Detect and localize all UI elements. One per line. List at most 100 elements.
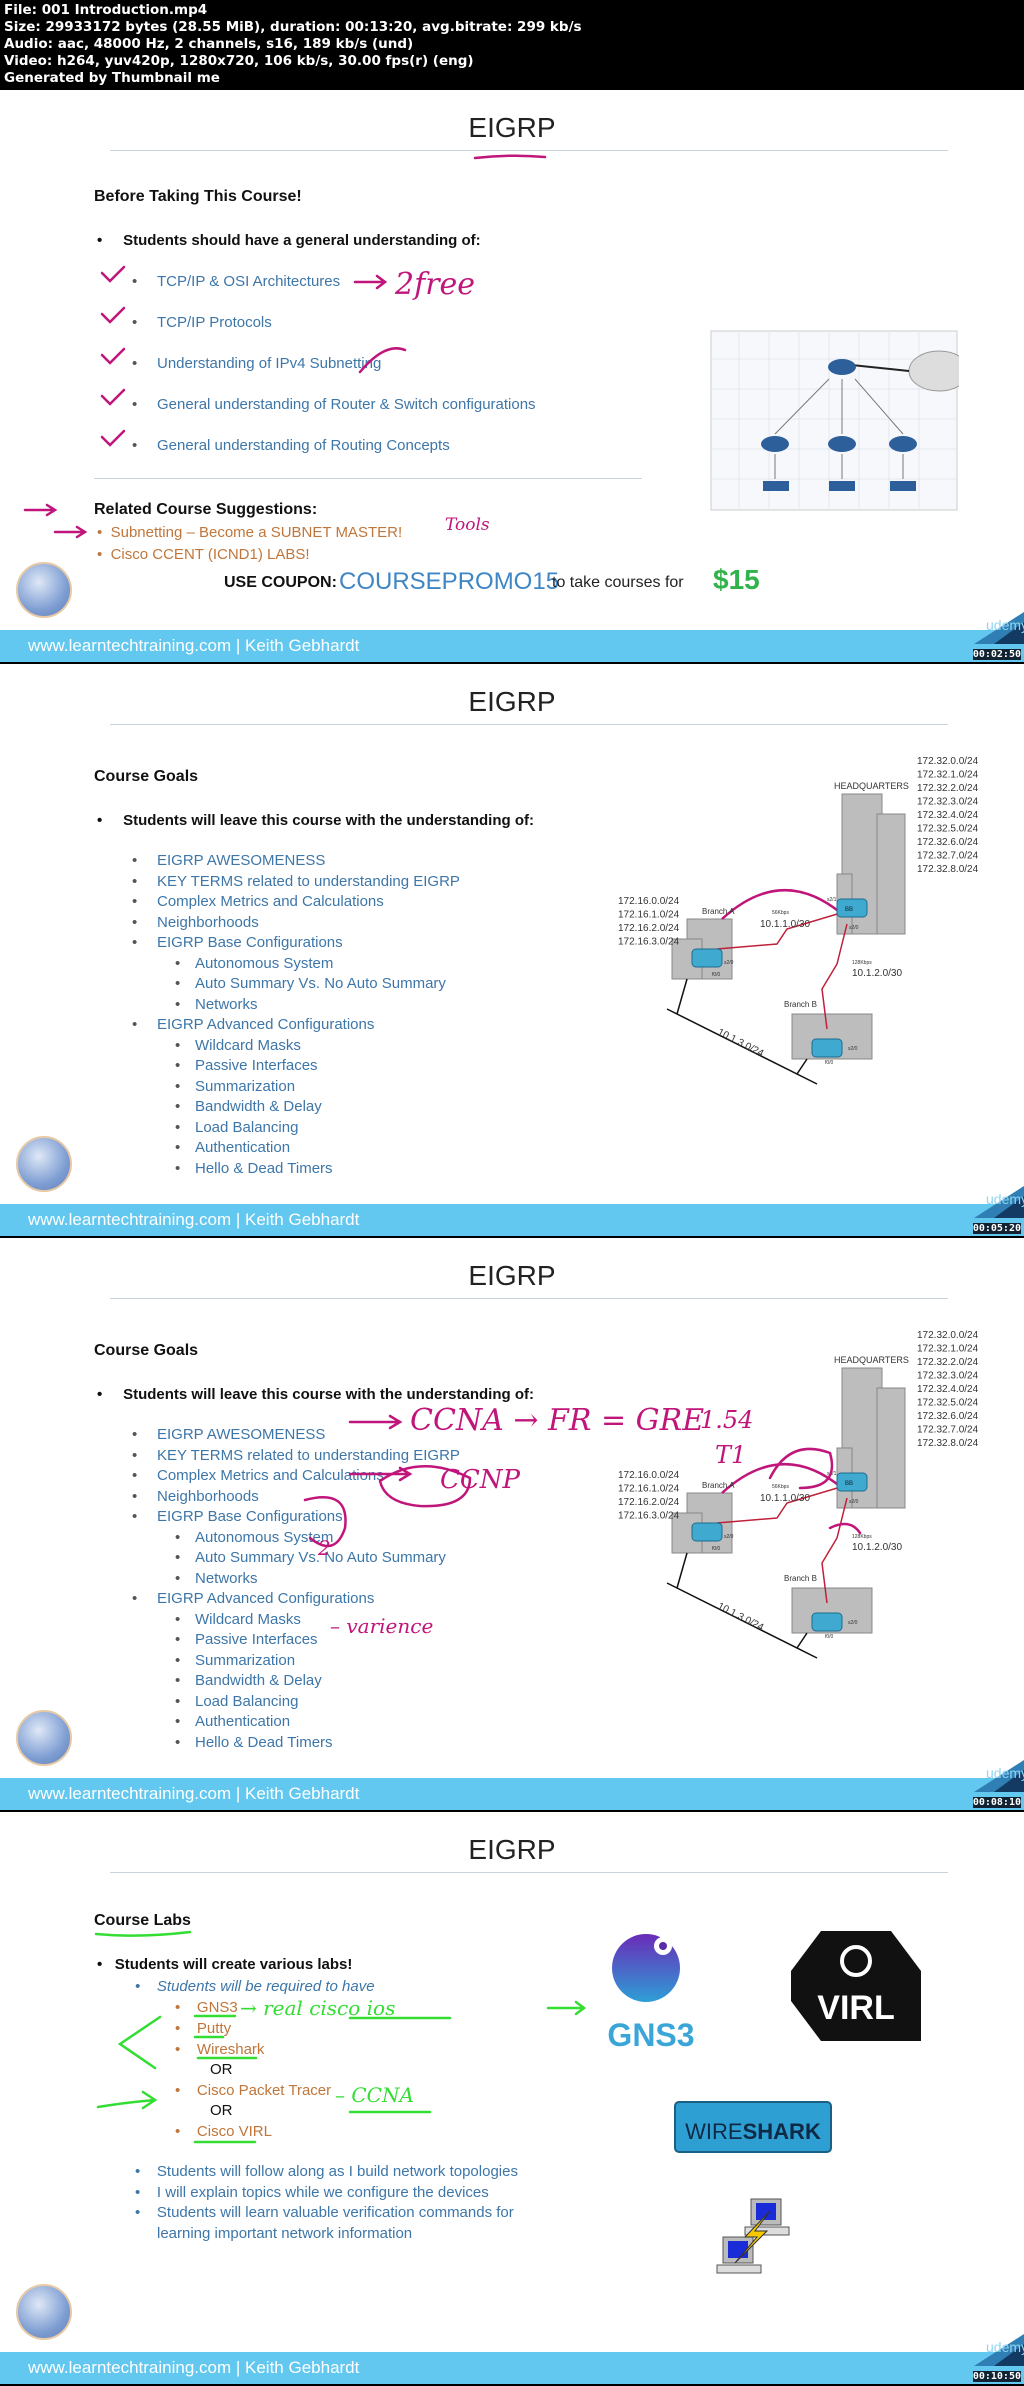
wireshark-logo: WIRESHARK [674, 2101, 832, 2153]
annotation-tools: Tools [445, 515, 490, 535]
goal-item: Networks [195, 995, 258, 1013]
bullet: • [175, 1159, 181, 1177]
virl-wordmark: VIRL [817, 1989, 894, 2027]
footer-bar: www.learntechtraining.com | Keith Gebhar… [0, 1186, 1024, 1236]
iface: s2/0 [724, 960, 734, 966]
video-frame-1: EIGRP Before Taking This Course! • Stude… [0, 90, 1024, 662]
goal-item: Wildcard Masks [195, 1036, 301, 1054]
footer-text: www.learntechtraining.com | Keith Gebhar… [28, 1784, 360, 1803]
bullet: • [132, 852, 138, 869]
goal-item: Authentication [195, 1139, 291, 1156]
wireshark-wordmark-a: WIRE [685, 2119, 742, 2144]
annotation-ccna-fr-gre: CCNA → FR = GRE [410, 1403, 704, 1438]
iface: s2/0 [849, 925, 859, 931]
branch-a-network: 172.16.1.0/24 [618, 910, 680, 921]
bullet: • [175, 995, 181, 1013]
video-frame-2: EIGRP Course Goals • Students will leave … [0, 664, 1024, 1236]
goal-item: Neighborhoods [157, 913, 259, 931]
goal-item: EIGRP AWESOMENESS [157, 852, 326, 869]
bullet: • [175, 1098, 181, 1115]
hq-router-label: BB [845, 907, 853, 913]
pen-annotations: 2free Tools [23, 154, 547, 539]
annotation-ccna: – CCNA [335, 2083, 414, 2107]
goal-item: Autonomous System [195, 954, 334, 972]
udemy-wordmark: udemy [986, 2339, 1024, 2355]
pen-annotations: CCNA → FR = GRE CCNP 1.54 T1 – varience … [303, 1403, 862, 1638]
annotation-154: 1.54 [700, 1406, 753, 1434]
video-line: Video: h264, yuv420p, 1280x720, 106 kb/s… [4, 53, 474, 69]
annotation-real-cisco-ios: → real cisco ios [240, 1996, 395, 2020]
bullet: • [175, 954, 181, 972]
footer-bar: www.learntechtraining.com | Keith Gebhar… [0, 2334, 1024, 2384]
bullet: • [175, 1118, 181, 1136]
gns3-logo: GNS3 [607, 1934, 695, 2053]
bullet: • [175, 1057, 181, 1074]
hq-network: 172.32.2.0/24 [917, 783, 979, 794]
hq-network: 172.32.1.0/24 [917, 770, 979, 781]
footer-text: www.learntechtraining.com | Keith Gebhar… [28, 636, 360, 655]
bullet: • [175, 975, 181, 992]
branch-a-label: Branch A [702, 907, 735, 916]
bullet: • [132, 1016, 138, 1033]
video-frame-4: EIGRP Course Labs • Students will create… [0, 1812, 1024, 2384]
file-line: File: 001 Introduction.mp4 [4, 2, 208, 18]
branch-b-label: Branch B [784, 1000, 817, 1009]
branch-a-network: 172.16.0.0/24 [618, 896, 680, 907]
file-info-header: File: 001 Introduction.mp4 Size: 2993317… [0, 0, 1024, 88]
footer-text: www.learntechtraining.com | Keith Gebhar… [28, 1210, 360, 1229]
video-frame-3: EIGRP Course Goals • Students will leave … [0, 1238, 1024, 1810]
learntech-globe-logo [16, 1710, 72, 1766]
bullet: • [175, 1077, 181, 1095]
generator-line: Generated by Thumbnail me [4, 70, 220, 86]
hq-label: HEADQUARTERS [834, 781, 909, 791]
goal-item: Hello & Dead Timers [195, 1159, 333, 1177]
goal-item: Auto Summary Vs. No Auto Summary [195, 975, 446, 992]
bullet: • [132, 934, 138, 951]
pen-annotations: → real cisco ios – CCNA [94, 1930, 587, 2144]
footer-bar: www.learntechtraining.com | Keith Gebhar… [0, 612, 1024, 662]
lead-text: Students will leave this course with the… [123, 812, 534, 829]
udemy-wordmark: udemy [986, 1191, 1024, 1207]
section-heading: Course Goals [94, 768, 199, 785]
putty-icon [716, 2198, 790, 2274]
hq-network: 172.32.7.0/24 [917, 851, 979, 862]
size-line: Size: 29933172 bytes (28.55 MiB), durati… [4, 19, 582, 35]
link-b-speed: 128Kbps [852, 960, 872, 966]
annotation-varience: – varience [330, 1614, 433, 1638]
goal-item: Bandwidth & Delay [195, 1098, 322, 1115]
bullet: • [132, 872, 138, 890]
gns3-wordmark: GNS3 [607, 2017, 694, 2053]
goal-item: EIGRP Base Configurations [157, 934, 343, 951]
bullet: • [132, 893, 138, 910]
virl-logo: VIRL [791, 1931, 921, 2041]
bullet: • [175, 1036, 181, 1054]
udemy-wordmark: udemy [986, 1765, 1024, 1781]
branch-a-network: 172.16.3.0/24 [618, 937, 680, 948]
link-a-network: 10.1.1.0/30 [760, 919, 810, 930]
hq-network: 172.32.5.0/24 [917, 824, 979, 835]
wireshark-wordmark-b: SHARK [743, 2119, 821, 2144]
hq-network: 172.32.6.0/24 [917, 837, 979, 848]
topology-svg: HEADQUARTERS 172.32.0.0/24 172.32.1.0/24 17… [618, 756, 979, 1085]
title-divider [110, 724, 948, 725]
iface: f0/0 [712, 972, 721, 978]
audio-line: Audio: aac, 48000 Hz, 2 channels, s16, 1… [4, 36, 414, 52]
udemy-wordmark: udemy [986, 617, 1024, 633]
bullet: • [132, 913, 138, 931]
svg-text:WIRESHARK: WIRESHARK [685, 2119, 821, 2144]
branch-a-network: 172.16.2.0/24 [618, 923, 680, 934]
footer-text: www.learntechtraining.com | Keith Gebhar… [28, 2358, 360, 2377]
goal-item: Passive Interfaces [195, 1057, 318, 1074]
link-b-network: 10.1.2.0/30 [852, 968, 902, 979]
goal-item: KEY TERMS related to understanding EIGRP [157, 872, 460, 890]
goal-item: EIGRP Advanced Configurations [157, 1016, 375, 1033]
footer-bar: www.learntechtraining.com | Keith Gebhar… [0, 1760, 1024, 1810]
lead-bullet: • Students will leave this course with t… [97, 812, 534, 829]
goal-item: Load Balancing [195, 1118, 299, 1136]
udemy-corner: udemy [974, 612, 1024, 644]
hq-network: 172.32.8.0/24 [917, 864, 979, 875]
hq-network: 172.32.4.0/24 [917, 810, 979, 821]
iface: s2/1 [827, 897, 837, 903]
lan-network: 10.1.3.0/24 [716, 1027, 766, 1060]
udemy-corner: udemy [974, 2334, 1024, 2366]
